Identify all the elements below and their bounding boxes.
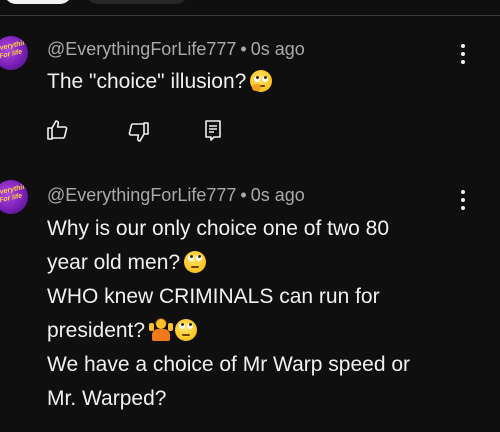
comment-line: Mr. Warped? bbox=[47, 387, 167, 410]
comment-line: We have a choice of Mr Warp speed or bbox=[47, 353, 410, 376]
reply-icon[interactable] bbox=[201, 118, 225, 142]
comment-text: The "choice" illusion? bbox=[47, 65, 467, 99]
divider bbox=[0, 15, 500, 16]
comment-line: The "choice" illusion? bbox=[47, 70, 247, 93]
comment-header: @EverythingForLife777 • 0s ago bbox=[47, 39, 305, 60]
avatar[interactable]: Everything For life bbox=[0, 180, 28, 214]
timestamp[interactable]: 0s ago bbox=[251, 185, 305, 205]
comment-line: WHO knew CRIMINALS can run for bbox=[47, 285, 380, 308]
comment-header: @EverythingForLife777 • 0s ago bbox=[47, 185, 305, 206]
filter-chip-bar bbox=[0, 0, 500, 16]
avatar[interactable]: Everything For life bbox=[0, 36, 28, 70]
filter-chip-inactive[interactable] bbox=[86, 0, 188, 4]
eye-roll-emoji bbox=[184, 251, 207, 273]
avatar-logo: Everything For life bbox=[0, 38, 28, 61]
author-name[interactable]: @EverythingForLife777 bbox=[47, 39, 236, 59]
separator-dot: • bbox=[240, 185, 247, 205]
like-icon[interactable] bbox=[45, 118, 69, 142]
comment-line: year old men? bbox=[47, 251, 181, 274]
more-vertical-icon[interactable] bbox=[455, 188, 471, 212]
comment-line: Why is our only choice one of two 80 bbox=[47, 217, 390, 240]
timestamp[interactable]: 0s ago bbox=[251, 39, 305, 59]
thinking-face-emoji bbox=[250, 70, 273, 92]
filter-chip-active[interactable] bbox=[4, 0, 72, 4]
eye-roll-emoji bbox=[175, 319, 198, 341]
comment-line: president? bbox=[47, 319, 146, 342]
author-name[interactable]: @EverythingForLife777 bbox=[47, 185, 236, 205]
avatar-logo: Everything For life bbox=[0, 182, 28, 205]
separator-dot: • bbox=[240, 39, 247, 59]
more-vertical-icon[interactable] bbox=[455, 42, 471, 66]
shrug-emoji bbox=[149, 318, 174, 341]
comment-text: Why is our only choice one of two 80 yea… bbox=[47, 212, 467, 416]
dislike-icon[interactable] bbox=[127, 120, 151, 144]
